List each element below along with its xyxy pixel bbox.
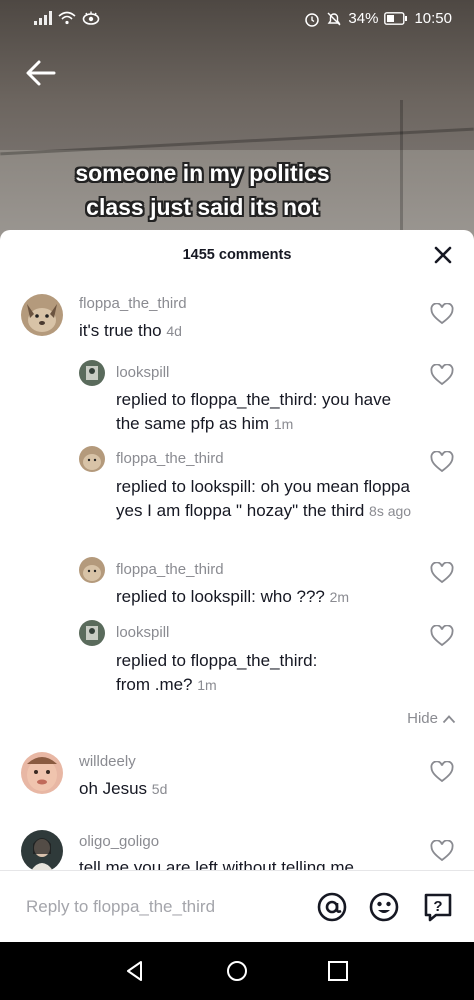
- reply-body-line2: from .me?: [116, 675, 193, 694]
- avatar[interactable]: [79, 446, 105, 472]
- reply-text: replied to lookspill: who ??? 2m: [116, 585, 426, 609]
- reply-target[interactable]: floppa_the_third: [191, 390, 313, 409]
- at-icon[interactable]: [316, 891, 348, 923]
- comment-username[interactable]: floppa_the_third: [79, 295, 187, 312]
- reply-username[interactable]: floppa_the_third: [116, 561, 224, 578]
- nav-recents-icon[interactable]: [327, 960, 349, 982]
- comment-count: 1455 comments: [182, 247, 292, 263]
- alarm-icon: [305, 12, 320, 27]
- reply-prefix: replied to: [116, 477, 191, 496]
- comment-text: oh Jesus 5d: [79, 777, 167, 801]
- battery-icon: [384, 12, 408, 25]
- reply-target[interactable]: floppa_the_third: [191, 651, 313, 670]
- comment-username[interactable]: oligo_goligo: [79, 833, 159, 850]
- nav-back-icon[interactable]: [124, 960, 146, 982]
- comment-item[interactable]: oligo_goligo tell me you are left withou…: [0, 828, 474, 870]
- chevron-up-icon: [442, 714, 456, 723]
- nav-home-icon[interactable]: [226, 960, 248, 982]
- comment-username[interactable]: willdeely: [79, 753, 136, 770]
- system-nav-bar: [0, 942, 474, 1000]
- emoji-icon[interactable]: [368, 891, 400, 923]
- avatar[interactable]: [79, 360, 105, 386]
- reply-prefix: replied to: [116, 390, 191, 409]
- avatar[interactable]: [21, 294, 63, 336]
- comment-body: it's true tho: [79, 321, 162, 340]
- reply-time: 2m: [329, 589, 350, 605]
- battery-percent: 34%: [348, 10, 379, 27]
- comment-item[interactable]: floppa_the_third it's true tho 4d: [0, 292, 474, 352]
- status-left: [34, 11, 100, 25]
- reply-input[interactable]: Reply to floppa_the_third: [26, 897, 215, 917]
- avatar[interactable]: [79, 557, 105, 583]
- signal-icon: [34, 11, 52, 25]
- reply-prefix: replied to: [116, 587, 191, 606]
- comment-body: tell me you are left without telling me: [79, 858, 354, 870]
- reply-body: :: [312, 651, 318, 670]
- reply-prefix: replied to: [116, 651, 191, 670]
- reply-text: replied to lookspill: oh you mean floppa…: [116, 475, 426, 523]
- hide-replies-button[interactable]: Hide: [407, 710, 456, 727]
- question-icon[interactable]: ?: [422, 891, 454, 923]
- reply-username[interactable]: lookspill: [116, 364, 169, 381]
- video-caption-line1: someone in my politics: [75, 160, 330, 186]
- reply-bar: Reply to floppa_the_third ?: [0, 870, 474, 942]
- heart-icon[interactable]: [430, 451, 454, 473]
- heart-icon[interactable]: [430, 303, 454, 325]
- wifi-icon: [58, 11, 76, 25]
- comment-text: tell me you are left without telling me: [79, 856, 419, 870]
- heart-icon[interactable]: [430, 840, 454, 862]
- status-bar: 34% 10:50: [0, 0, 474, 40]
- reply-target[interactable]: lookspill: [191, 587, 251, 606]
- avatar[interactable]: [21, 752, 63, 794]
- heart-icon[interactable]: [430, 364, 454, 386]
- reply-item[interactable]: floppa_the_third replied to lookspill: w…: [0, 557, 474, 612]
- reply-target[interactable]: lookspill: [191, 477, 251, 496]
- reply-username[interactable]: floppa_the_third: [116, 450, 224, 467]
- heart-icon[interactable]: [430, 761, 454, 783]
- reply-text: replied to floppa_the_third: you have th…: [116, 388, 416, 436]
- mute-bell-icon: [327, 12, 341, 25]
- back-arrow-icon[interactable]: [24, 58, 58, 88]
- avatar[interactable]: [21, 830, 63, 870]
- comment-body: oh Jesus: [79, 779, 148, 798]
- comments-sheet: 1455 comments floppa_the_third it's true…: [0, 230, 474, 942]
- comment-time: 4d: [166, 323, 182, 339]
- reply-username[interactable]: lookspill: [116, 624, 169, 641]
- comments-header: 1455 comments: [0, 230, 474, 280]
- reply-time: 1m: [273, 416, 294, 432]
- comment-time: 5d: [151, 781, 168, 797]
- heart-icon[interactable]: [430, 625, 454, 647]
- hide-label: Hide: [407, 710, 438, 727]
- close-icon[interactable]: [434, 246, 452, 264]
- status-right: 34% 10:50: [304, 10, 452, 27]
- svg-text:?: ?: [433, 898, 442, 915]
- reply-time: 8s ago: [369, 503, 412, 519]
- eye-icon: [82, 11, 100, 25]
- reply-item[interactable]: floppa_the_third replied to lookspill: o…: [0, 446, 474, 551]
- reply-text: replied to floppa_the_third: from .me? 1…: [116, 649, 426, 697]
- comment-item[interactable]: willdeely oh Jesus 5d: [0, 750, 474, 810]
- reply-item[interactable]: lookspill replied to floppa_the_third: f…: [0, 620, 474, 700]
- reply-time: 1m: [197, 677, 217, 693]
- avatar[interactable]: [79, 620, 105, 646]
- reply-body: : who ???: [251, 587, 325, 606]
- comment-text: it's true tho 4d: [79, 319, 182, 343]
- reply-item[interactable]: lookspill replied to floppa_the_third: y…: [0, 358, 474, 438]
- video-caption-line2: class just said its not: [86, 194, 319, 220]
- heart-icon[interactable]: [430, 562, 454, 584]
- clock: 10:50: [414, 10, 452, 27]
